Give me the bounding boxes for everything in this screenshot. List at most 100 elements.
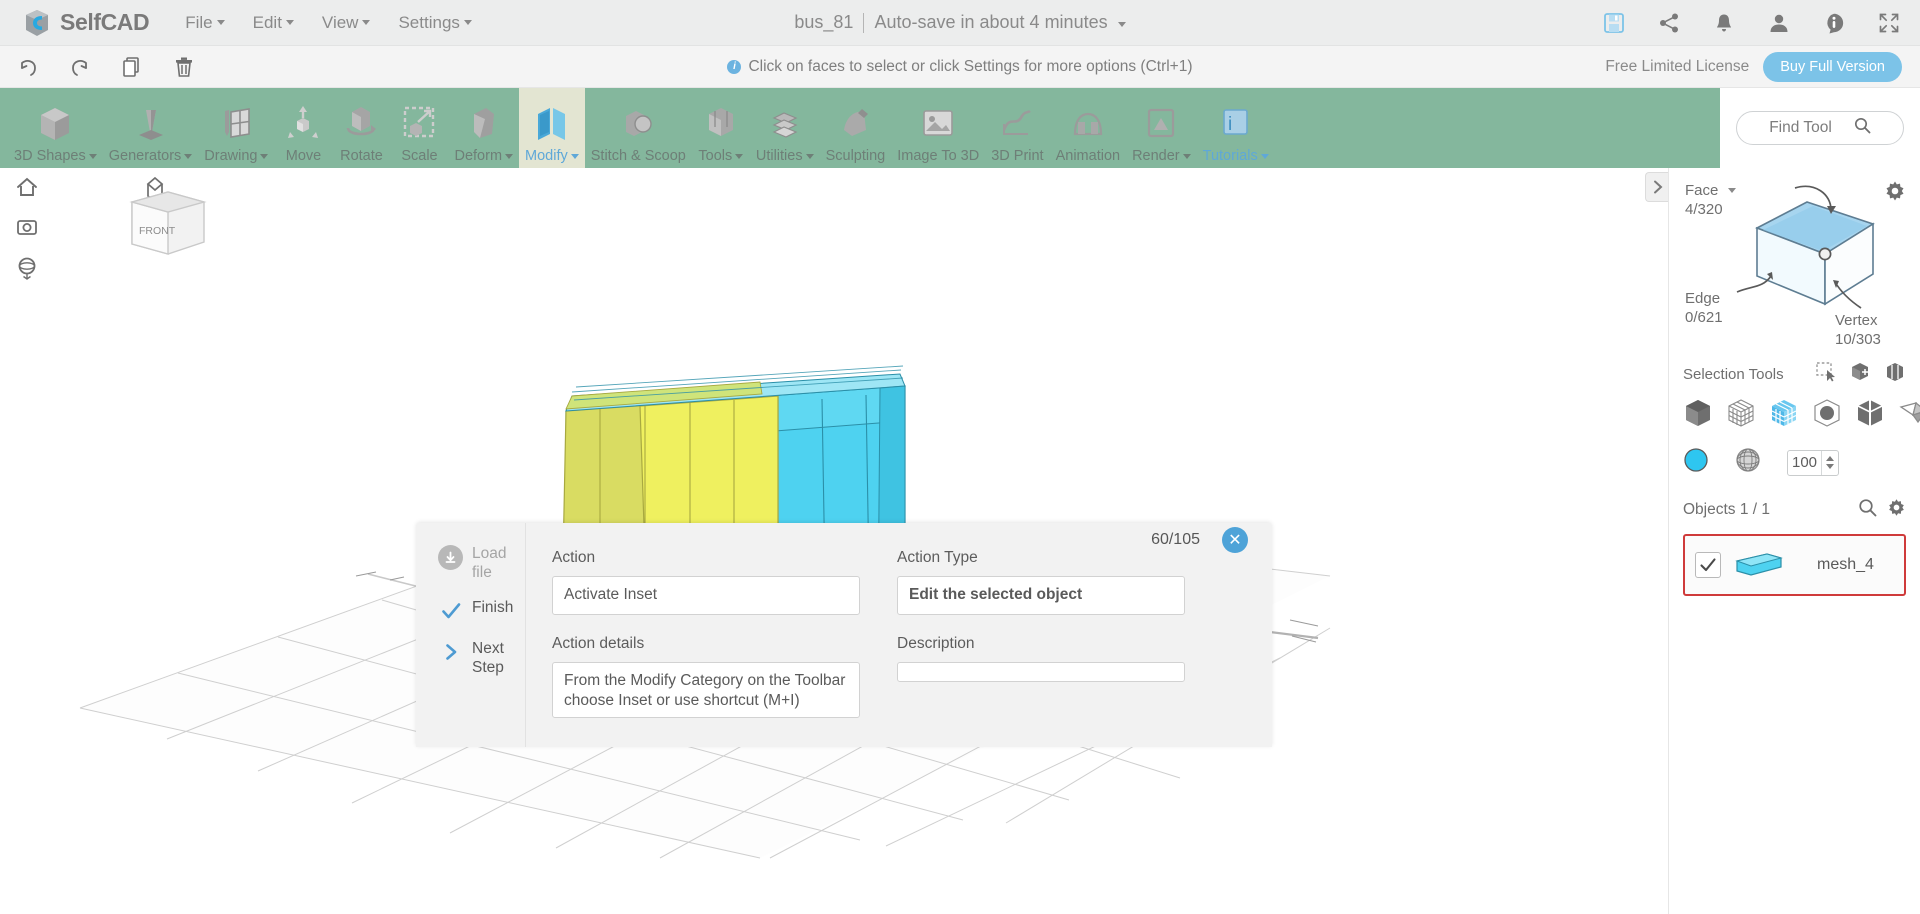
texture-sphere-icon[interactable]	[1735, 447, 1761, 478]
scale-icon	[396, 100, 442, 146]
view-cube-face-label: FRONT	[139, 225, 176, 237]
toolbar-item-3d-print[interactable]: 3D Print	[985, 88, 1049, 168]
edge-selection-info[interactable]: Edge 0/621	[1685, 290, 1723, 326]
panel-collapse-toggle[interactable]	[1645, 172, 1668, 202]
edge-label: Edge	[1685, 290, 1721, 307]
home-icon[interactable]	[14, 174, 40, 200]
objects-settings-gear-icon[interactable]	[1887, 498, 1906, 522]
account-icon[interactable]	[1768, 12, 1790, 34]
menu-file[interactable]: File	[185, 13, 225, 33]
menu-edit[interactable]: Edit	[253, 13, 294, 33]
toolbar-item-deform[interactable]: Deform	[448, 88, 519, 168]
delete-icon[interactable]	[172, 55, 196, 79]
chevron-down-icon	[1260, 153, 1269, 159]
brand: SelfCAD	[0, 8, 150, 38]
view-cube[interactable]: FRONT	[112, 174, 222, 279]
toolbar-item-image-to-3d[interactable]: Image To 3D	[891, 88, 985, 168]
buy-full-version-button[interactable]: Buy Full Version	[1763, 52, 1902, 82]
toolbar-label: Modify	[525, 148, 579, 164]
face-label-row: Face	[1685, 182, 1737, 199]
loop-select-icon[interactable]	[1884, 362, 1906, 387]
menu-edit-label: Edit	[252, 12, 282, 32]
half-select-icon[interactable]	[1855, 398, 1885, 433]
tutorial-step-finish[interactable]: Finish	[438, 599, 525, 624]
rotate-icon	[338, 100, 384, 146]
list-item[interactable]: mesh_4	[1683, 534, 1906, 596]
action-details-field[interactable]: From the Modify Category on the Toolbar …	[552, 661, 860, 718]
toolbar-label-text: Tools	[698, 148, 733, 164]
svg-text:i: i	[1228, 114, 1232, 135]
toolbar-item-scale[interactable]: Scale	[390, 88, 448, 168]
selection-options-row: 100	[1683, 447, 1906, 478]
grid-select-icon[interactable]	[1726, 398, 1756, 433]
quantity-stepper[interactable]: 100	[1787, 449, 1839, 476]
flat-select-icon[interactable]	[1898, 398, 1920, 433]
selfcad-logo-icon	[22, 8, 52, 38]
find-tool-container: Find Tool	[1720, 88, 1920, 168]
color-swatch[interactable]	[1683, 447, 1709, 478]
quantity-value[interactable]: 100	[1788, 454, 1821, 471]
info-icon[interactable]	[1823, 12, 1845, 34]
object-visibility-checkbox[interactable]	[1695, 552, 1721, 578]
selection-mini-tools	[1816, 362, 1906, 387]
toolbar-item-3d-shapes[interactable]: 3D Shapes	[8, 88, 103, 168]
description-field[interactable]	[897, 661, 1185, 682]
face-selection-info[interactable]: Face 4/320	[1685, 182, 1737, 218]
action-type-label: Action Type	[897, 549, 978, 566]
chevron-down-icon	[362, 20, 371, 25]
tutorial-action-type-column: Action Type Edit the selected object Des…	[897, 549, 1197, 747]
toolbar-item-move[interactable]: Move	[274, 88, 332, 168]
rect-select-icon[interactable]	[1816, 362, 1838, 387]
undo-icon[interactable]	[16, 55, 40, 79]
deform-icon	[461, 100, 507, 146]
objects-header: Objects 1 / 1	[1683, 498, 1906, 522]
chevron-up-icon[interactable]	[1826, 456, 1834, 461]
save-icon[interactable]	[1603, 12, 1625, 34]
stepper-arrows[interactable]	[1821, 450, 1838, 475]
toolbar-item-modify[interactable]: Modify	[519, 88, 585, 168]
checker-select-icon[interactable]	[1769, 398, 1799, 433]
notifications-bell-icon[interactable]	[1713, 12, 1735, 34]
sphere-select-icon[interactable]	[1812, 398, 1842, 433]
tutorial-step-next[interactable]: Next Step	[438, 640, 525, 678]
toolbar-label-text: Drawing	[204, 148, 258, 164]
camera-icon[interactable]	[14, 214, 40, 240]
toolbar-item-tutorials[interactable]: i Tutorials	[1197, 88, 1275, 168]
objects-search-icon[interactable]	[1858, 498, 1877, 522]
toolbar-label-text: 3D Print	[991, 148, 1044, 164]
toolbar-label: 3D Print	[991, 148, 1043, 164]
menu-settings[interactable]: Settings	[398, 13, 472, 33]
toolbar-item-generators[interactable]: Generators	[103, 88, 199, 168]
orbit-icon[interactable]	[14, 254, 40, 280]
close-icon[interactable]: ✕	[1222, 527, 1248, 553]
tutorial-step-label: Next Step	[472, 639, 504, 676]
chevron-down-icon[interactable]	[1117, 22, 1126, 27]
modify-icon	[529, 100, 575, 146]
box-add-select-icon[interactable]	[1850, 362, 1872, 387]
toolbar-item-animation[interactable]: Animation	[1050, 88, 1126, 168]
chevron-down-icon	[184, 153, 193, 159]
single-select-icon[interactable]	[1683, 398, 1713, 433]
object-name: mesh_4	[1817, 556, 1874, 573]
chevron-down-icon[interactable]	[1826, 464, 1834, 469]
toolbar-item-tools[interactable]: Tools	[692, 88, 750, 168]
toolbar-item-utilities[interactable]: Utilities	[750, 88, 820, 168]
share-icon[interactable]	[1658, 12, 1680, 34]
action-type-field[interactable]: Edit the selected object	[897, 576, 1185, 615]
toolbar-item-sculpting[interactable]: Sculpting	[820, 88, 892, 168]
toolbar-item-render[interactable]: Render	[1126, 88, 1197, 168]
selection-panel: Face 4/320 Edge 0/621 Vertex 10/303 Sele…	[1668, 168, 1920, 914]
selection-tools-label: Selection Tools	[1683, 366, 1784, 383]
chevron-down-icon	[570, 153, 579, 159]
fullscreen-icon[interactable]	[1878, 12, 1900, 34]
menu-view[interactable]: View	[322, 13, 371, 33]
action-field[interactable]: Activate Inset	[552, 576, 860, 615]
toolbar-label-text: Utilities	[755, 148, 803, 164]
find-tool-search[interactable]: Find Tool	[1736, 111, 1904, 145]
toolbar-item-rotate[interactable]: Rotate	[332, 88, 390, 168]
tutorial-step-load-file[interactable]: Load file	[438, 545, 525, 583]
redo-icon[interactable]	[68, 55, 92, 79]
copy-icon[interactable]	[120, 55, 144, 79]
toolbar-item-stitch-and-scoop[interactable]: Stitch & Scoop	[585, 88, 692, 168]
toolbar-item-drawing[interactable]: Drawing	[198, 88, 274, 168]
